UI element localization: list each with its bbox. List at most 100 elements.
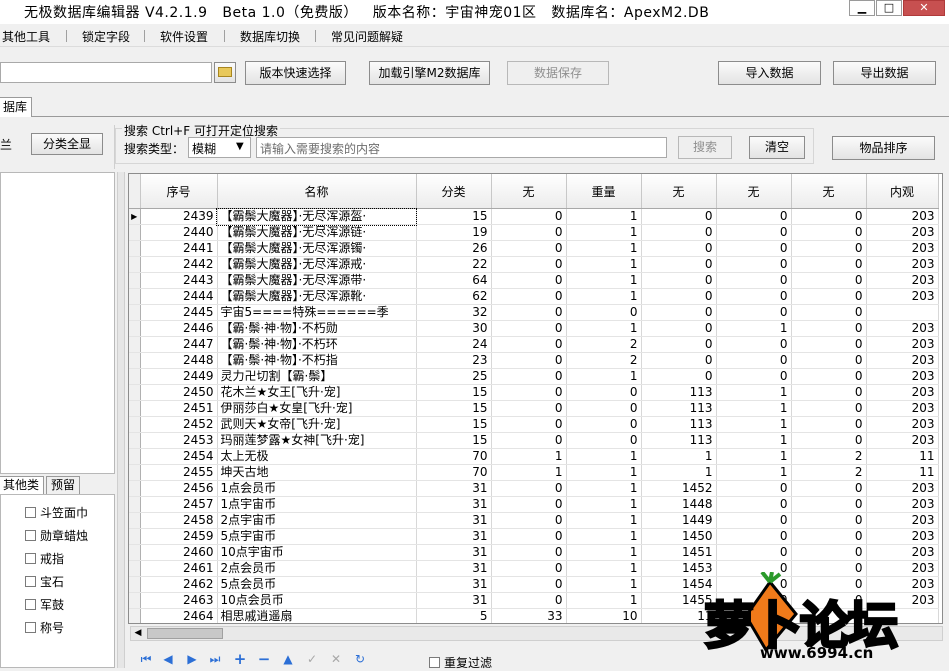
- row-indicator[interactable]: [129, 400, 141, 417]
- table-cell[interactable]: 0: [566, 416, 642, 433]
- table-cell[interactable]: 2461: [140, 560, 218, 577]
- browse-button[interactable]: [214, 62, 236, 83]
- table-cell[interactable]: 0: [491, 592, 567, 609]
- menu-other-tools[interactable]: 其他工具: [2, 28, 50, 45]
- table-cell[interactable]: 203: [866, 256, 939, 273]
- table-cell[interactable]: 【霸鬃大魔器】·无尽浑源链·: [217, 224, 417, 241]
- post-icon[interactable]: ✓: [304, 652, 320, 666]
- table-cell[interactable]: 【霸·鬃·神·物】·不朽勋: [217, 320, 417, 337]
- table-cell[interactable]: 0: [491, 224, 567, 241]
- table-cell[interactable]: 203: [866, 384, 939, 401]
- table-cell[interactable]: 0: [716, 224, 792, 241]
- row-indicator[interactable]: [129, 496, 141, 513]
- table-cell[interactable]: 2464: [140, 608, 218, 623]
- table-cell[interactable]: 203: [866, 240, 939, 257]
- row-indicator[interactable]: [129, 576, 141, 593]
- table-row[interactable]: 2447 【霸·鬃·神·物】·不朽环 24 0 2 0 0 0 203: [129, 336, 939, 353]
- table-cell[interactable]: 62: [416, 288, 492, 305]
- table-cell[interactable]: 0: [791, 336, 867, 353]
- table-cell[interactable]: 2点宇宙币: [217, 512, 417, 529]
- table-cell[interactable]: 0: [491, 496, 567, 513]
- table-cell[interactable]: 1: [566, 464, 642, 481]
- table-cell[interactable]: 0: [791, 416, 867, 433]
- table-cell[interactable]: 2: [791, 464, 867, 481]
- table-cell[interactable]: 1点会员币: [217, 480, 417, 497]
- table-cell[interactable]: 0: [641, 224, 717, 241]
- table-row[interactable]: 2454 太上无极 70 1 1 1 1 2 11: [129, 448, 939, 465]
- table-cell[interactable]: 2459: [140, 528, 218, 545]
- row-indicator[interactable]: [129, 256, 141, 273]
- table-cell[interactable]: 0: [791, 224, 867, 241]
- clear-button[interactable]: 清空: [749, 136, 805, 159]
- table-cell[interactable]: 0: [791, 352, 867, 369]
- table-cell[interactable]: 5: [416, 608, 492, 623]
- table-cell[interactable]: 伊丽莎白★女皇[飞升·宠]: [217, 400, 417, 417]
- table-cell[interactable]: [866, 304, 939, 321]
- table-cell[interactable]: 0: [791, 272, 867, 289]
- column-header[interactable]: 无: [716, 174, 792, 209]
- scrollbar-thumb[interactable]: [147, 628, 223, 639]
- table-row[interactable]: 2455 坤天古地 70 1 1 1 1 2 11: [129, 464, 939, 481]
- row-indicator[interactable]: [129, 416, 141, 433]
- table-row[interactable]: 2451 伊丽莎白★女皇[飞升·宠] 15 0 0 113 1 0 203: [129, 400, 939, 417]
- table-cell[interactable]: 2450: [140, 384, 218, 401]
- table-cell[interactable]: 2点会员币: [217, 560, 417, 577]
- row-indicator[interactable]: [129, 304, 141, 321]
- prior-icon[interactable]: ◀: [160, 652, 176, 666]
- table-row[interactable]: ▶ 2439 【霸鬃大魔器】·无尽浑源盔· 15 0 1 0 0 0 203: [129, 207, 939, 226]
- table-cell[interactable]: 1: [566, 320, 642, 337]
- table-cell[interactable]: 1: [716, 400, 792, 417]
- table-cell[interactable]: 0: [491, 288, 567, 305]
- table-cell[interactable]: 203: [866, 224, 939, 241]
- table-cell[interactable]: 15: [416, 400, 492, 417]
- table-cell[interactable]: 0: [716, 528, 792, 545]
- checkbox-douli[interactable]: [25, 507, 36, 518]
- table-cell[interactable]: 0: [491, 240, 567, 257]
- table-cell[interactable]: 1: [566, 512, 642, 529]
- table-row[interactable]: 2448 【霸·鬃·神·物】·不朽指 23 0 2 0 0 0 203: [129, 352, 939, 369]
- table-cell[interactable]: 2463: [140, 592, 218, 609]
- table-row[interactable]: 2459 5点宇宙币 31 0 1 1450 0 0 203: [129, 528, 939, 545]
- table-cell[interactable]: 0: [716, 480, 792, 497]
- table-cell[interactable]: 0: [491, 432, 567, 449]
- table-cell[interactable]: 0: [641, 368, 717, 385]
- row-indicator[interactable]: [129, 608, 141, 623]
- table-cell[interactable]: 1: [566, 240, 642, 257]
- table-cell[interactable]: 0: [791, 384, 867, 401]
- table-cell[interactable]: 33: [491, 608, 567, 623]
- table-cell[interactable]: 31: [416, 576, 492, 593]
- table-cell[interactable]: 0: [791, 544, 867, 561]
- table-cell[interactable]: 0: [716, 256, 792, 273]
- checkbox-drum[interactable]: [25, 599, 36, 610]
- table-cell[interactable]: 0: [641, 320, 717, 337]
- checkbox-gem[interactable]: [25, 576, 36, 587]
- table-cell[interactable]: 2442: [140, 256, 218, 273]
- column-header[interactable]: 无: [641, 174, 717, 209]
- table-cell[interactable]: 2439: [140, 208, 218, 225]
- table-cell[interactable]: 1: [566, 544, 642, 561]
- scroll-left-icon[interactable]: ◀: [131, 627, 145, 640]
- table-cell[interactable]: 灵力卍切割【霸·鬃】: [217, 368, 417, 385]
- import-data-button[interactable]: 导入数据: [718, 61, 821, 85]
- table-cell[interactable]: 坤天古地: [217, 464, 417, 481]
- table-cell[interactable]: 70: [416, 448, 492, 465]
- table-cell[interactable]: 0: [641, 256, 717, 273]
- table-cell[interactable]: 2443: [140, 272, 218, 289]
- table-cell[interactable]: 0: [491, 512, 567, 529]
- row-indicator[interactable]: [129, 432, 141, 449]
- table-cell[interactable]: 203: [866, 368, 939, 385]
- table-cell[interactable]: 0: [566, 432, 642, 449]
- table-row[interactable]: 2457 1点宇宙币 31 0 1 1448 0 0 203: [129, 496, 939, 513]
- show-all-categories-button[interactable]: 分类全显: [31, 133, 103, 155]
- table-cell[interactable]: 0: [566, 384, 642, 401]
- table-cell[interactable]: 0: [491, 352, 567, 369]
- table-cell[interactable]: 1: [566, 368, 642, 385]
- table-cell[interactable]: 0: [716, 240, 792, 257]
- row-indicator[interactable]: [129, 336, 141, 353]
- table-cell[interactable]: 【霸鬃大魔器】·无尽浑源带·: [217, 272, 417, 289]
- table-cell[interactable]: 0: [716, 208, 792, 225]
- menu-settings[interactable]: 软件设置: [160, 28, 208, 45]
- table-cell[interactable]: 1: [716, 416, 792, 433]
- table-cell[interactable]: 0: [791, 288, 867, 305]
- table-cell[interactable]: 31: [416, 480, 492, 497]
